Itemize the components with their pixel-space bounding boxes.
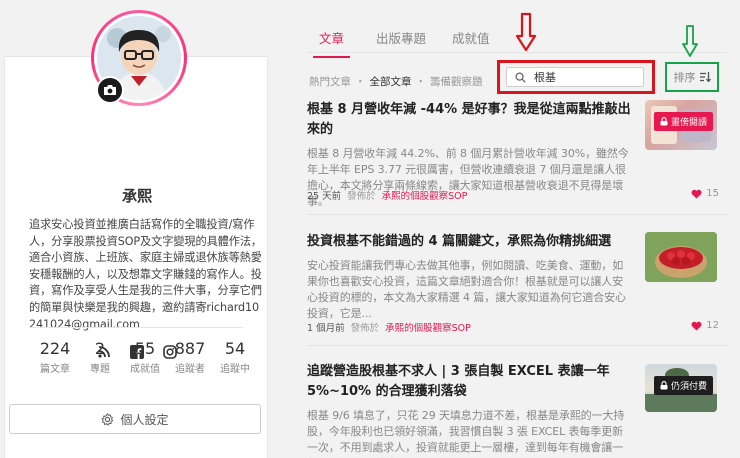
heart-icon [691, 189, 702, 199]
like-count: 15 [706, 188, 719, 199]
red-arrow-icon [515, 12, 537, 52]
tab-achievements[interactable]: 成就值 [452, 28, 490, 58]
article-divider [307, 345, 727, 346]
article-filters: 熱門文章 ・ 全部文章 ・ 籌備觀察題 [309, 74, 483, 89]
sort-label: 排序 [673, 71, 696, 84]
profile-stats: 224 篇文章 2 專題 55 成就值 887 追蹤者 54 追蹤中 [35, 339, 255, 375]
search-highlight: 根基 [497, 60, 655, 94]
article-thumbnail[interactable] [645, 232, 717, 282]
article-collection-link[interactable]: 承熙的個股觀察SOP [382, 188, 468, 202]
filter-all[interactable]: 全部文章 [370, 74, 412, 89]
article-desc: 根基 9/6 填息了，只花 29 天填息力道不差，根基是承熙的一大持股，今年股利… [307, 409, 625, 458]
paywall-badge: 畫傍閱讀 [653, 112, 713, 131]
article-meta: 25 天前 發佈於 承熙的個股觀察SOP [307, 188, 467, 202]
sort-button[interactable]: 排序 [665, 62, 719, 92]
paid-badge: 仍須付費 [653, 376, 713, 395]
tab-published-topics[interactable]: 出版專題 [376, 28, 426, 58]
main-content: 文章 出版專題 成就值 熱門文章 ・ 全部文章 ・ 籌備觀察題 根基 排序 根基… [307, 0, 727, 458]
article-collection-link[interactable]: 承熙的個股觀察SOP [385, 320, 471, 334]
stat-achievements[interactable]: 55 成就值 [125, 339, 165, 375]
gear-icon [101, 412, 114, 426]
stats-divider [29, 327, 243, 328]
stat-following[interactable]: 54 追蹤中 [215, 339, 255, 375]
like-button[interactable]: 12 [691, 320, 719, 331]
sort-icon [699, 72, 711, 82]
article-date: 25 天前 [307, 191, 342, 202]
filter-hot[interactable]: 熱門文章 [309, 74, 351, 89]
profile-name: 承熙 [121, 187, 152, 205]
tabs-divider [307, 52, 727, 53]
stat-followers[interactable]: 887 追蹤者 [170, 339, 210, 375]
green-arrow-icon [682, 25, 698, 57]
article-desc: 安心投資能讓我們專心去做其他事，例如閱讀、吃美食、運動，如果你也喜歡安心投資，這… [307, 259, 626, 320]
profile-settings-button[interactable]: 個人設定 [9, 404, 261, 434]
like-button[interactable]: 15 [691, 188, 719, 199]
article-item[interactable]: 追蹤營造股根基不求人 | 3 張自製 EXCEL 表讓一年 5%~10% 的合理… [307, 362, 727, 458]
content-tabs: 文章 出版專題 成就值 [307, 28, 490, 58]
change-avatar-button[interactable] [96, 76, 124, 104]
article-title[interactable]: 根基 8 月營收年減 -44% 是好事？我是從這兩點推敲出來的 [307, 100, 633, 140]
article-item[interactable]: 投資根基不能錯過的 4 篇關鍵文，承熙為你精挑細選 安心投資能讓我們專心去做其他… [307, 232, 727, 334]
stat-topics[interactable]: 2 專題 [80, 339, 120, 375]
strawberry-basket-image [645, 232, 717, 282]
settings-label: 個人設定 [120, 412, 169, 427]
lock-icon [660, 381, 668, 390]
article-divider [307, 214, 727, 215]
article-title[interactable]: 追蹤營造股根基不求人 | 3 張自製 EXCEL 表讓一年 5%~10% 的合理… [307, 362, 633, 402]
stat-articles[interactable]: 224 篇文章 [35, 339, 75, 375]
lock-icon [660, 117, 668, 126]
profile-bio: 追求安心投資並推廣白話寫作的全職投資/寫作人，分享股票投資SOP及文字變現的具體… [29, 218, 263, 331]
article-meta: 1 個月前 發佈於 承熙的個股觀察SOP [307, 320, 471, 334]
search-value: 根基 [534, 71, 556, 84]
tab-articles[interactable]: 文章 [313, 28, 351, 58]
article-thumbnail[interactable]: 仍須付費 [645, 364, 717, 412]
profile-card: 承熙 追求安心投資並推廣白話寫作的全職投資/寫作人，分享股票投資SOP及文字變現… [4, 56, 268, 458]
search-input[interactable]: 根基 [506, 67, 644, 87]
article-date: 1 個月前 [307, 323, 345, 334]
camera-icon [104, 85, 116, 95]
article-thumbnail[interactable]: 畫傍閱讀 [645, 100, 717, 150]
search-icon [515, 71, 526, 83]
like-count: 12 [706, 320, 719, 331]
heart-icon [691, 321, 702, 331]
filter-collection[interactable]: 籌備觀察題 [430, 74, 483, 89]
article-item[interactable]: 根基 8 月營收年減 -44% 是好事？我是從這兩點推敲出來的 根基 8 月營收… [307, 100, 727, 210]
article-title[interactable]: 投資根基不能錯過的 4 篇關鍵文，承熙為你精挑細選 [307, 232, 633, 252]
